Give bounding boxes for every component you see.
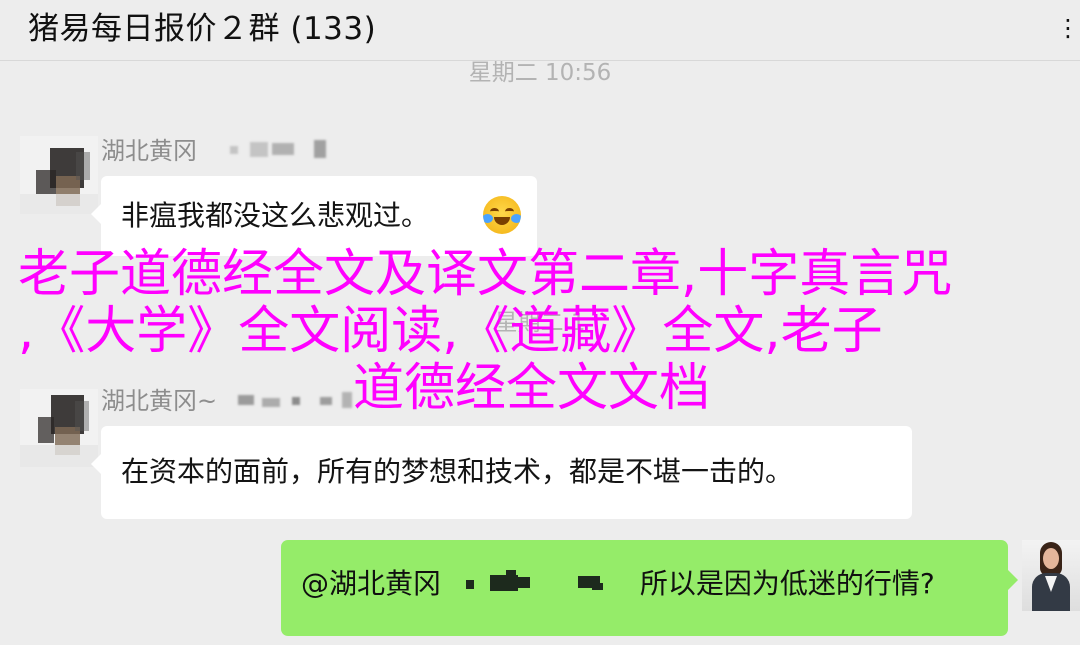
outgoing-message-bubble[interactable]: @湖北黄冈 所以是因为低迷的行情?	[281, 540, 1018, 636]
sender-avatar[interactable]	[20, 389, 98, 467]
redacted-mention-detail	[450, 565, 631, 603]
message-text: 非瘟我都没这么悲观过。	[121, 199, 430, 232]
message-bubble-2[interactable]: 在资本的面前，所有的梦想和技术，都是不堪一击的。	[91, 426, 912, 519]
message-text: 所以是因为低迷的行情?	[639, 567, 935, 600]
crying-laughing-icon	[483, 196, 521, 234]
overlay-line-2: ,《大学》全文阅读,《道藏》全文,老子	[18, 302, 883, 361]
more-icon[interactable]: ⋮	[1056, 13, 1080, 43]
redacted-sender-detail	[238, 388, 368, 412]
sender-name: 湖北黄冈	[101, 137, 197, 165]
message-timestamp: 星期二 10:56	[468, 60, 612, 86]
self-avatar[interactable]	[1022, 540, 1080, 611]
chat-header: 猪易每日报价２群 (133) ⋮	[0, 0, 1080, 61]
sender-avatar[interactable]	[20, 136, 98, 214]
overlay-line-3: 道德经全文文档	[353, 359, 711, 418]
message-bubble-1[interactable]: 非瘟我都没这么悲观过。	[91, 176, 537, 256]
message-mention: @湖北黄冈	[301, 567, 442, 600]
message-text: 在资本的面前，所有的梦想和技术，都是不堪一击的。	[121, 455, 794, 488]
redacted-sender-detail	[230, 138, 350, 162]
chat-title: 猪易每日报价２群 (133)	[28, 11, 377, 47]
sender-name: 湖北黄冈~	[101, 387, 218, 415]
overlay-line-1: 老子道德经全文及译文第二章,十字真言咒	[18, 245, 953, 304]
